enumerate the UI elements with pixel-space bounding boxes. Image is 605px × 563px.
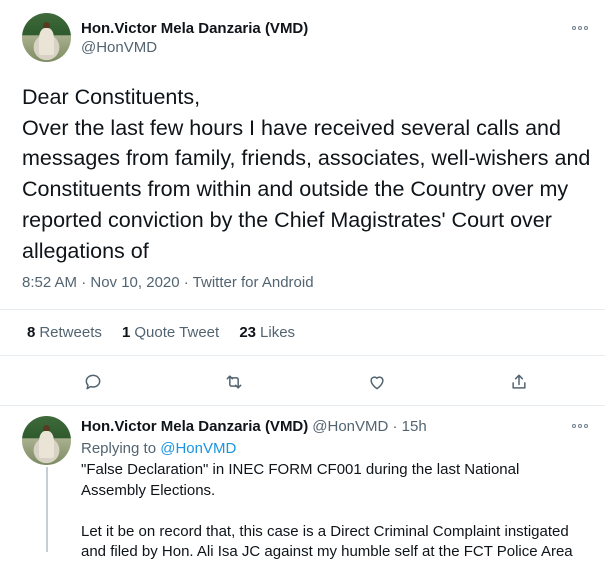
quote-tweets-stat[interactable]: 1 Quote Tweet <box>122 324 219 341</box>
reply-author-avatar[interactable] <box>22 416 71 465</box>
author-avatar[interactable] <box>22 13 71 62</box>
likes-stat[interactable]: 23 Likes <box>239 324 295 341</box>
retweets-stat[interactable]: 8 Retweets <box>27 324 102 341</box>
more-options-icon[interactable] <box>572 23 590 33</box>
tweet-action-bar <box>0 368 605 396</box>
divider <box>0 355 605 356</box>
reply-author[interactable]: Hon.Victor Mela Danzaria (VMD) @HonVMD · … <box>81 418 427 435</box>
reply-text: "False Declaration" in INEC FORM CF001 d… <box>81 461 573 560</box>
reply-icon[interactable] <box>79 368 107 396</box>
like-icon[interactable] <box>363 368 391 396</box>
tweet-text: Dear Constituents, Over the last few hou… <box>22 85 591 263</box>
divider <box>0 405 605 406</box>
thread-line <box>46 467 48 552</box>
reply-author-handle[interactable]: @HonVMD · 15h <box>312 418 426 435</box>
tweet-timestamp[interactable]: 8:52 AM · Nov 10, 2020 · <box>22 274 193 291</box>
replying-to-link[interactable]: @HonVMD <box>160 440 236 457</box>
author-handle[interactable]: @HonVMD <box>81 39 157 56</box>
reply-more-options-icon[interactable] <box>572 421 590 431</box>
divider <box>0 309 605 310</box>
tweet-source[interactable]: Twitter for Android <box>193 274 314 291</box>
replying-to: Replying to @HonVMD <box>81 440 237 457</box>
reply-author-name[interactable]: Hon.Victor Mela Danzaria (VMD) <box>81 418 308 435</box>
tweet-metadata: 8:52 AM · Nov 10, 2020 · Twitter for And… <box>22 274 314 291</box>
retweet-icon[interactable] <box>220 368 248 396</box>
tweet-stats: 8 Retweets 1 Quote Tweet 23 Likes <box>27 324 311 341</box>
author-name[interactable]: Hon.Victor Mela Danzaria (VMD) <box>81 20 308 37</box>
share-icon[interactable] <box>505 368 533 396</box>
